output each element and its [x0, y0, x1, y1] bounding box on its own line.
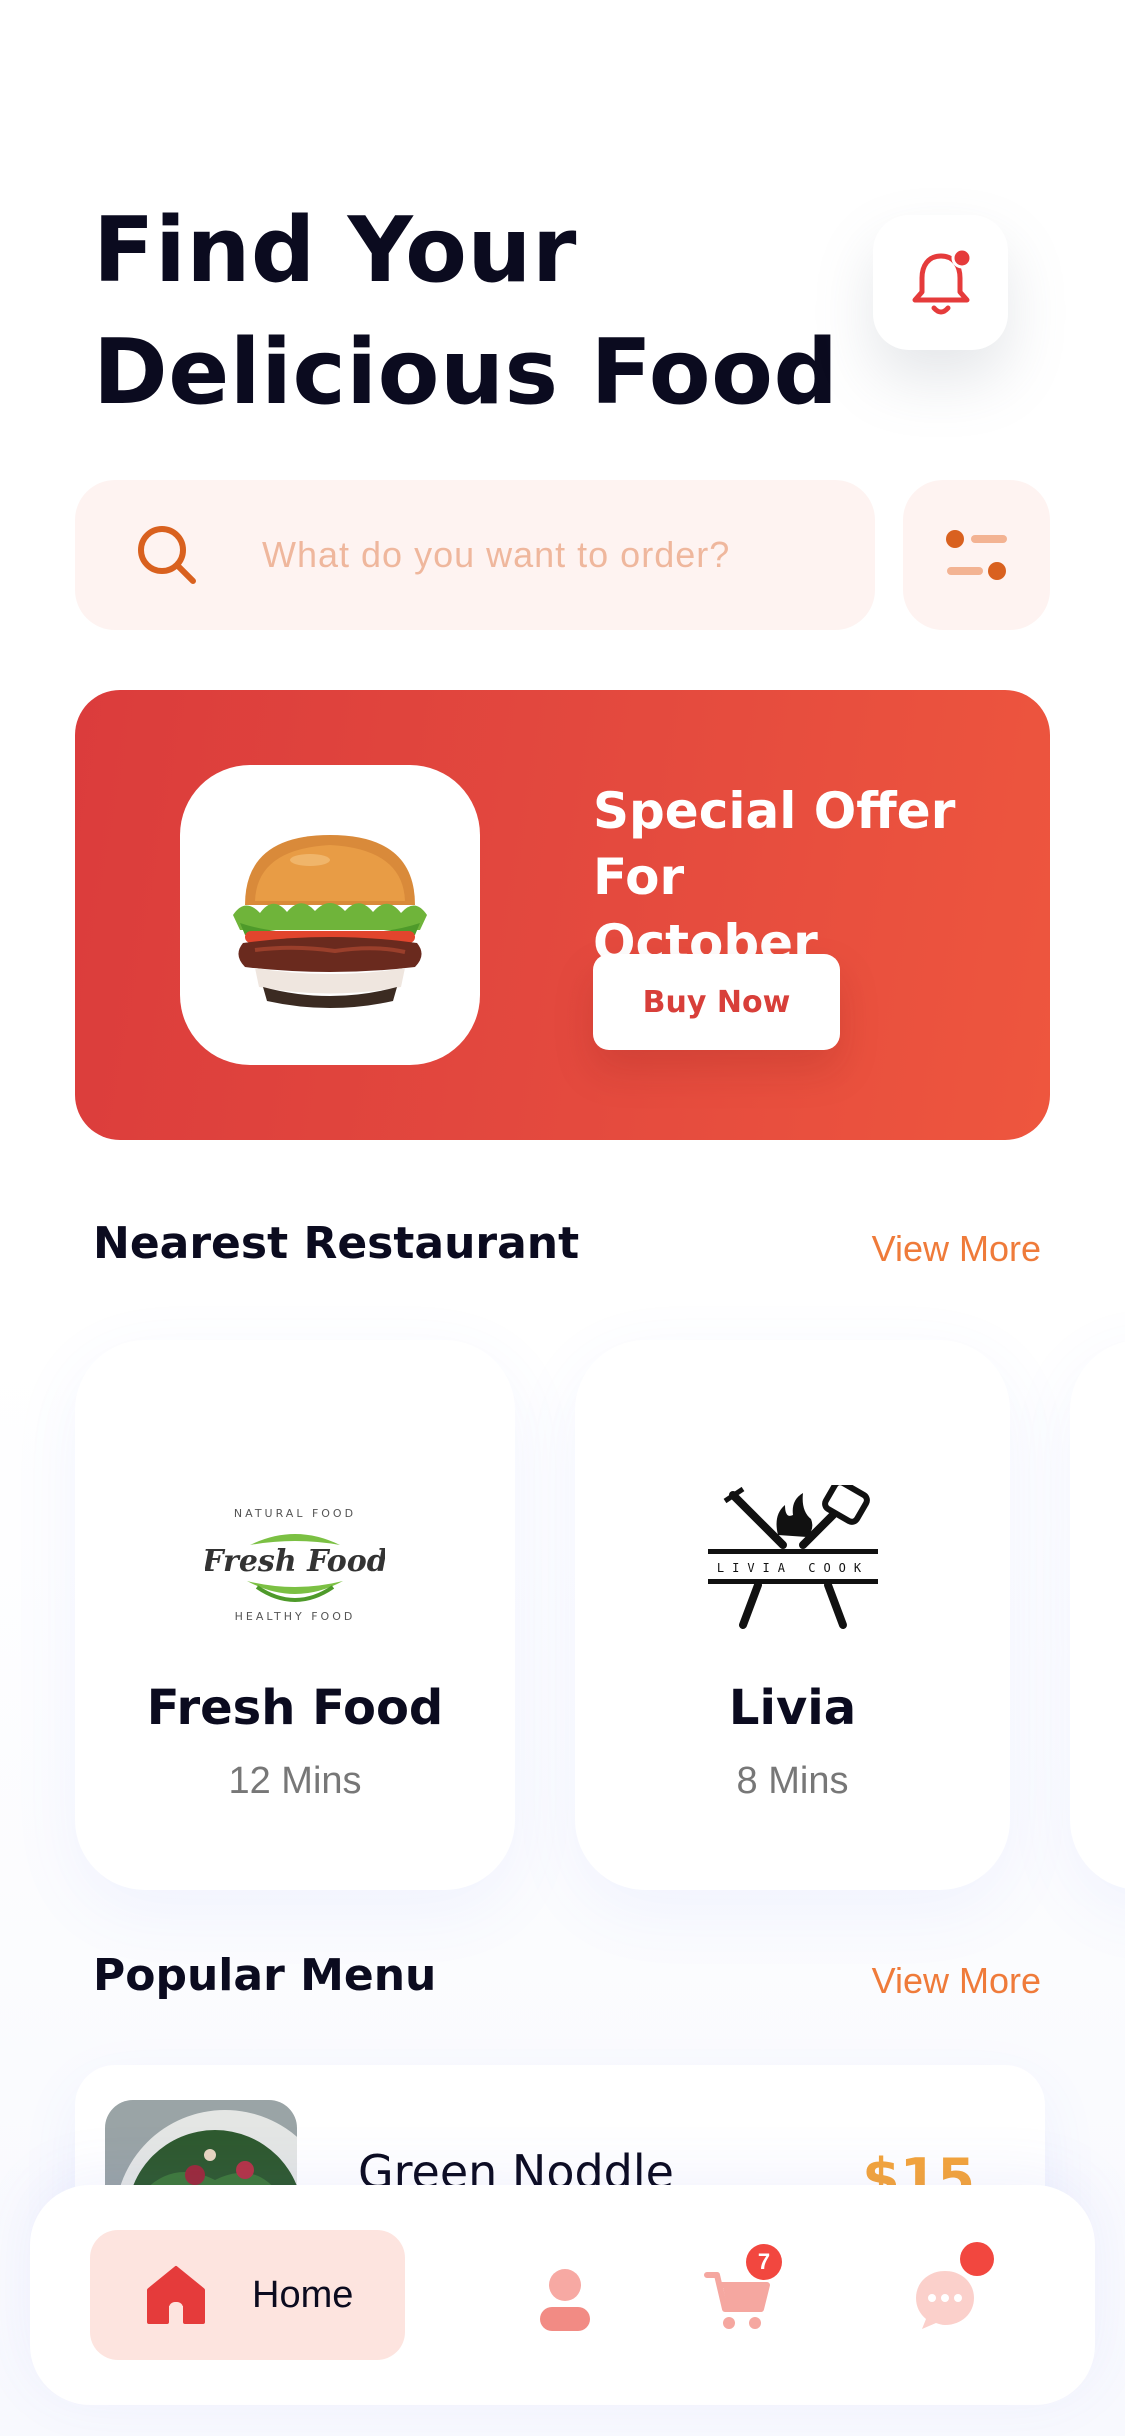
- page-title: Find Your Delicious Food: [93, 190, 853, 434]
- nearest-restaurant-heading: Nearest Restaurant: [93, 1218, 580, 1269]
- notification-button[interactable]: [873, 215, 1008, 350]
- logo-text: LIVIA COOK: [716, 1561, 868, 1575]
- fresh-food-logo: NATURAL FOOD Fresh Food HEALTHY FOOD: [75, 1480, 515, 1640]
- chat-notification-dot: [960, 2242, 994, 2276]
- logo-main-text: Fresh Food: [205, 1544, 385, 1579]
- filter-button[interactable]: [903, 480, 1050, 630]
- cart-badge: 7: [746, 2244, 782, 2280]
- nav-home-label: Home: [252, 2273, 354, 2316]
- burger-image: [180, 765, 480, 1065]
- burger-illustration: [233, 835, 427, 1008]
- logo-bottom-text: HEALTHY FOOD: [235, 1610, 356, 1623]
- bottom-navigation: Home 7: [30, 2185, 1095, 2405]
- restaurant-time: 8 Mins: [736, 1760, 849, 1802]
- restaurant-name: Fresh Food: [146, 1680, 444, 1736]
- promo-title-line-1: Special Offer For: [593, 782, 956, 906]
- nav-cart-tab[interactable]: 7: [698, 2244, 782, 2340]
- title-line-1: Find Your: [93, 198, 577, 303]
- app-screen: Find Your Delicious Food What do you wan…: [0, 0, 1125, 2436]
- restaurant-card-partial[interactable]: [1070, 1340, 1125, 1890]
- nav-profile-tab[interactable]: [525, 2260, 605, 2340]
- search-input[interactable]: [262, 534, 822, 576]
- livia-cook-logo: LIVIA COOK: [575, 1480, 1010, 1640]
- restaurant-card-fresh-food[interactable]: NATURAL FOOD Fresh Food HEALTHY FOOD Fre…: [75, 1340, 515, 1890]
- buy-now-button[interactable]: Buy Now: [593, 954, 840, 1050]
- search-icon: [138, 526, 196, 584]
- popular-menu-heading: Popular Menu: [93, 1950, 437, 2001]
- profile-icon: [540, 2269, 590, 2331]
- promo-banner: Special Offer For October Buy Now: [75, 690, 1050, 1140]
- promo-title: Special Offer For October: [593, 778, 1043, 976]
- bell-icon: [912, 247, 972, 314]
- home-icon: [147, 2266, 205, 2324]
- search-bar[interactable]: [75, 480, 875, 630]
- restaurant-name: Livia: [728, 1680, 857, 1736]
- nav-chat-tab[interactable]: [905, 2242, 994, 2340]
- nearest-view-more-link[interactable]: View More: [872, 1228, 1041, 1270]
- chat-icon: [916, 2271, 974, 2329]
- title-line-2: Delicious Food: [93, 320, 839, 425]
- logo-top-text: NATURAL FOOD: [234, 1507, 356, 1520]
- popular-view-more-link[interactable]: View More: [872, 1960, 1041, 2002]
- restaurant-time: 12 Mins: [228, 1760, 362, 1802]
- restaurant-card-livia[interactable]: LIVIA COOK Livia 8 Mins: [575, 1340, 1010, 1890]
- nav-home-tab[interactable]: Home: [90, 2230, 405, 2360]
- filter-icon: [945, 530, 1007, 580]
